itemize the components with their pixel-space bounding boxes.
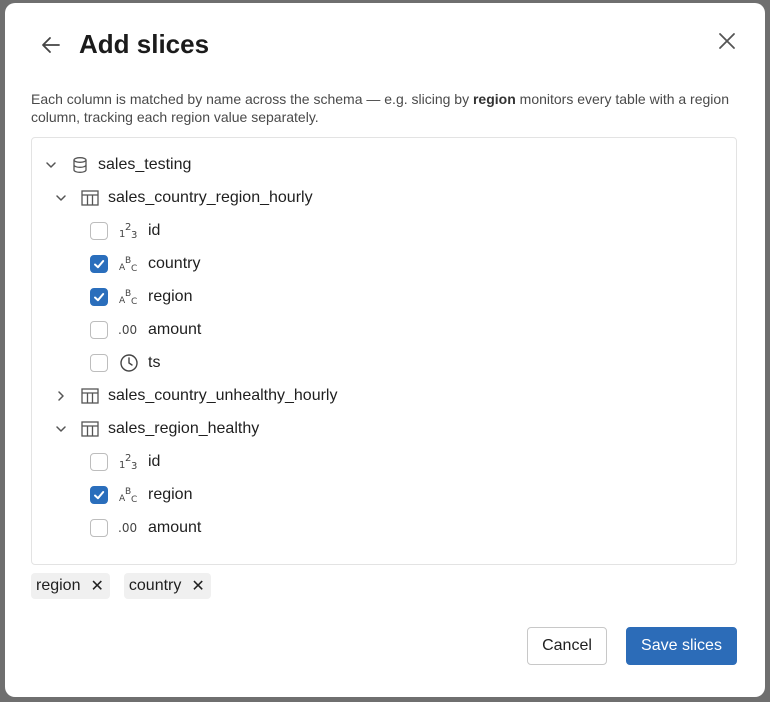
close-icon [719, 33, 735, 49]
column-checkbox[interactable] [90, 452, 108, 471]
column-checkbox[interactable] [90, 518, 108, 537]
svg-text:.00: .00 [118, 323, 137, 337]
chip-label: country [128, 577, 182, 594]
chevron-down-icon[interactable] [52, 420, 70, 438]
selected-slices: region ✕ country ✕ [31, 573, 211, 599]
save-slices-button[interactable]: Save slices [626, 627, 737, 665]
string-type-icon: ABC [118, 254, 140, 274]
column-checkbox[interactable] [90, 485, 108, 504]
column-row-ts[interactable]: ts [32, 346, 736, 379]
svg-text:C: C [131, 264, 137, 273]
dialog-description: Each column is matched by name across th… [31, 90, 741, 126]
slice-chip: country ✕ [123, 573, 211, 599]
checkmark-icon [94, 490, 105, 499]
remove-chip-button[interactable]: ✕ [90, 576, 103, 596]
string-type-icon: ABC [118, 485, 140, 505]
column-name: ts [148, 353, 161, 371]
dialog-title: Add slices [79, 29, 210, 59]
chevron-down-icon[interactable] [52, 189, 70, 207]
svg-text:3: 3 [131, 461, 137, 471]
column-row-region[interactable]: ABC region [32, 280, 736, 313]
column-row-country[interactable]: ABC country [32, 247, 736, 280]
column-name: region [148, 287, 193, 305]
svg-text:3: 3 [131, 230, 137, 240]
cancel-button[interactable]: Cancel [527, 627, 607, 665]
arrow-left-icon [42, 37, 60, 53]
clock-icon [118, 353, 140, 373]
integer-type-icon: 123 [118, 221, 140, 241]
remove-chip-button[interactable]: ✕ [191, 576, 204, 596]
svg-text:C: C [131, 495, 137, 504]
tree-schema-row[interactable]: sales_testing [32, 148, 736, 181]
column-name: id [148, 221, 161, 239]
table-name: sales_country_unhealthy_hourly [108, 386, 338, 404]
table-icon [80, 419, 100, 439]
column-row-id[interactable]: 123 id [32, 214, 736, 247]
table-icon [80, 386, 100, 406]
close-button[interactable] [711, 25, 743, 57]
table-icon [80, 188, 100, 208]
string-type-icon: ABC [118, 287, 140, 307]
column-checkbox[interactable] [90, 221, 108, 240]
chevron-down-icon[interactable] [42, 156, 60, 174]
back-button[interactable] [35, 29, 67, 61]
column-name: country [148, 254, 201, 272]
decimal-type-icon: .00 [118, 518, 140, 538]
chevron-right-icon[interactable] [52, 387, 70, 405]
description-prefix: Each column is matched by name across th… [31, 91, 473, 107]
checkmark-icon [94, 259, 105, 268]
column-name: amount [148, 518, 202, 536]
column-row-id[interactable]: 123 id [32, 445, 736, 478]
column-row-amount[interactable]: .00 amount [32, 511, 736, 544]
tree-table-row[interactable]: sales_region_healthy [32, 412, 736, 445]
column-row-amount[interactable]: .00 amount [32, 313, 736, 346]
description-bold: region [472, 91, 516, 107]
column-checkbox[interactable] [90, 320, 108, 339]
column-checkbox[interactable] [90, 287, 108, 306]
column-name: id [148, 452, 161, 470]
table-name: sales_country_region_hourly [108, 188, 313, 206]
column-checkbox[interactable] [90, 353, 108, 372]
column-name: amount [148, 320, 202, 338]
tree-table-row[interactable]: sales_country_region_hourly [32, 181, 736, 214]
integer-type-icon: 123 [118, 452, 140, 472]
slice-chip: region ✕ [31, 573, 110, 599]
column-name: region [148, 485, 193, 503]
add-slices-dialog: Add slices Each column is matched by nam… [5, 3, 765, 697]
decimal-type-icon: .00 [118, 320, 140, 340]
svg-text:C: C [131, 297, 137, 306]
column-row-region[interactable]: ABC region [32, 478, 736, 511]
svg-text:.00: .00 [118, 521, 137, 535]
checkmark-icon [94, 292, 105, 301]
schema-name: sales_testing [98, 155, 192, 173]
database-icon [70, 155, 90, 175]
column-tree[interactable]: sales_testing sales_country_region_hourl… [31, 137, 737, 565]
column-checkbox[interactable] [90, 254, 108, 273]
chip-label: region [36, 577, 81, 594]
table-name: sales_region_healthy [108, 419, 260, 437]
tree-table-row[interactable]: sales_country_unhealthy_hourly [32, 379, 736, 412]
